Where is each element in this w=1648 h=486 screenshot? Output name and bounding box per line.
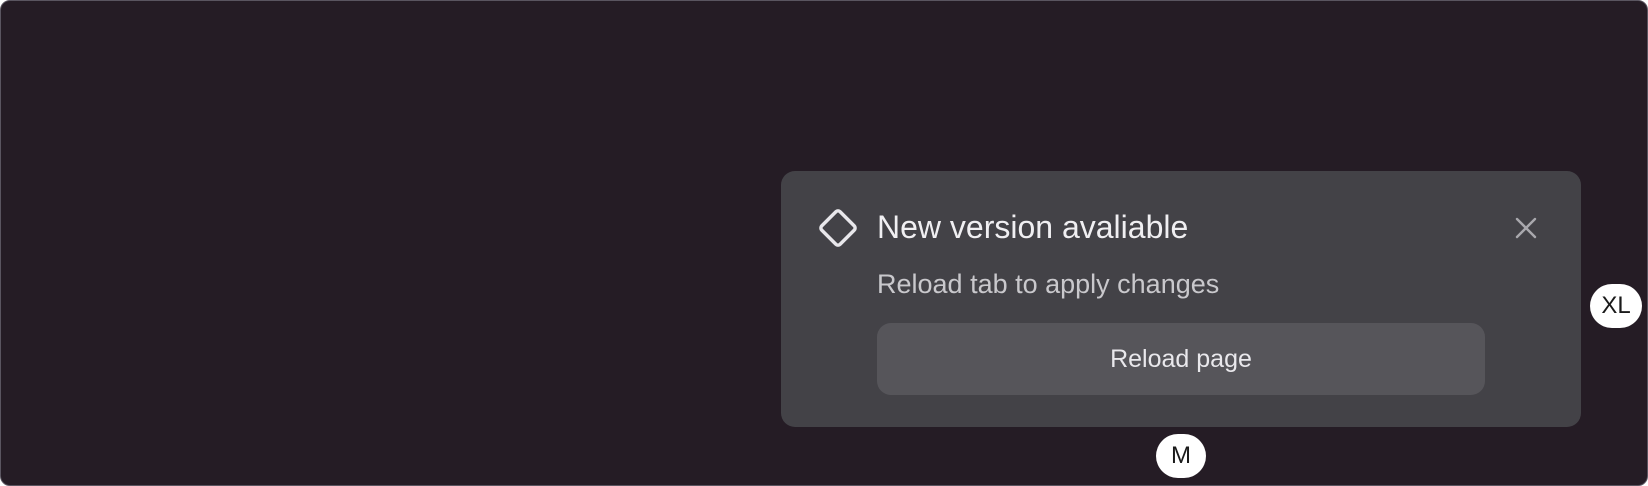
size-badge-xl: XL <box>1590 284 1642 328</box>
notification-title: New version avaliable <box>877 209 1189 245</box>
size-badge-m: M <box>1156 434 1206 478</box>
update-notification: New version avaliable Reload tab to appl… <box>781 171 1581 427</box>
app-frame: New version avaliable Reload tab to appl… <box>0 0 1648 486</box>
notification-subtitle: Reload tab to apply changes <box>877 269 1220 299</box>
close-icon[interactable] <box>1511 213 1541 243</box>
diamond-outline-icon <box>819 209 857 247</box>
reload-page-button[interactable]: Reload page <box>877 323 1485 395</box>
